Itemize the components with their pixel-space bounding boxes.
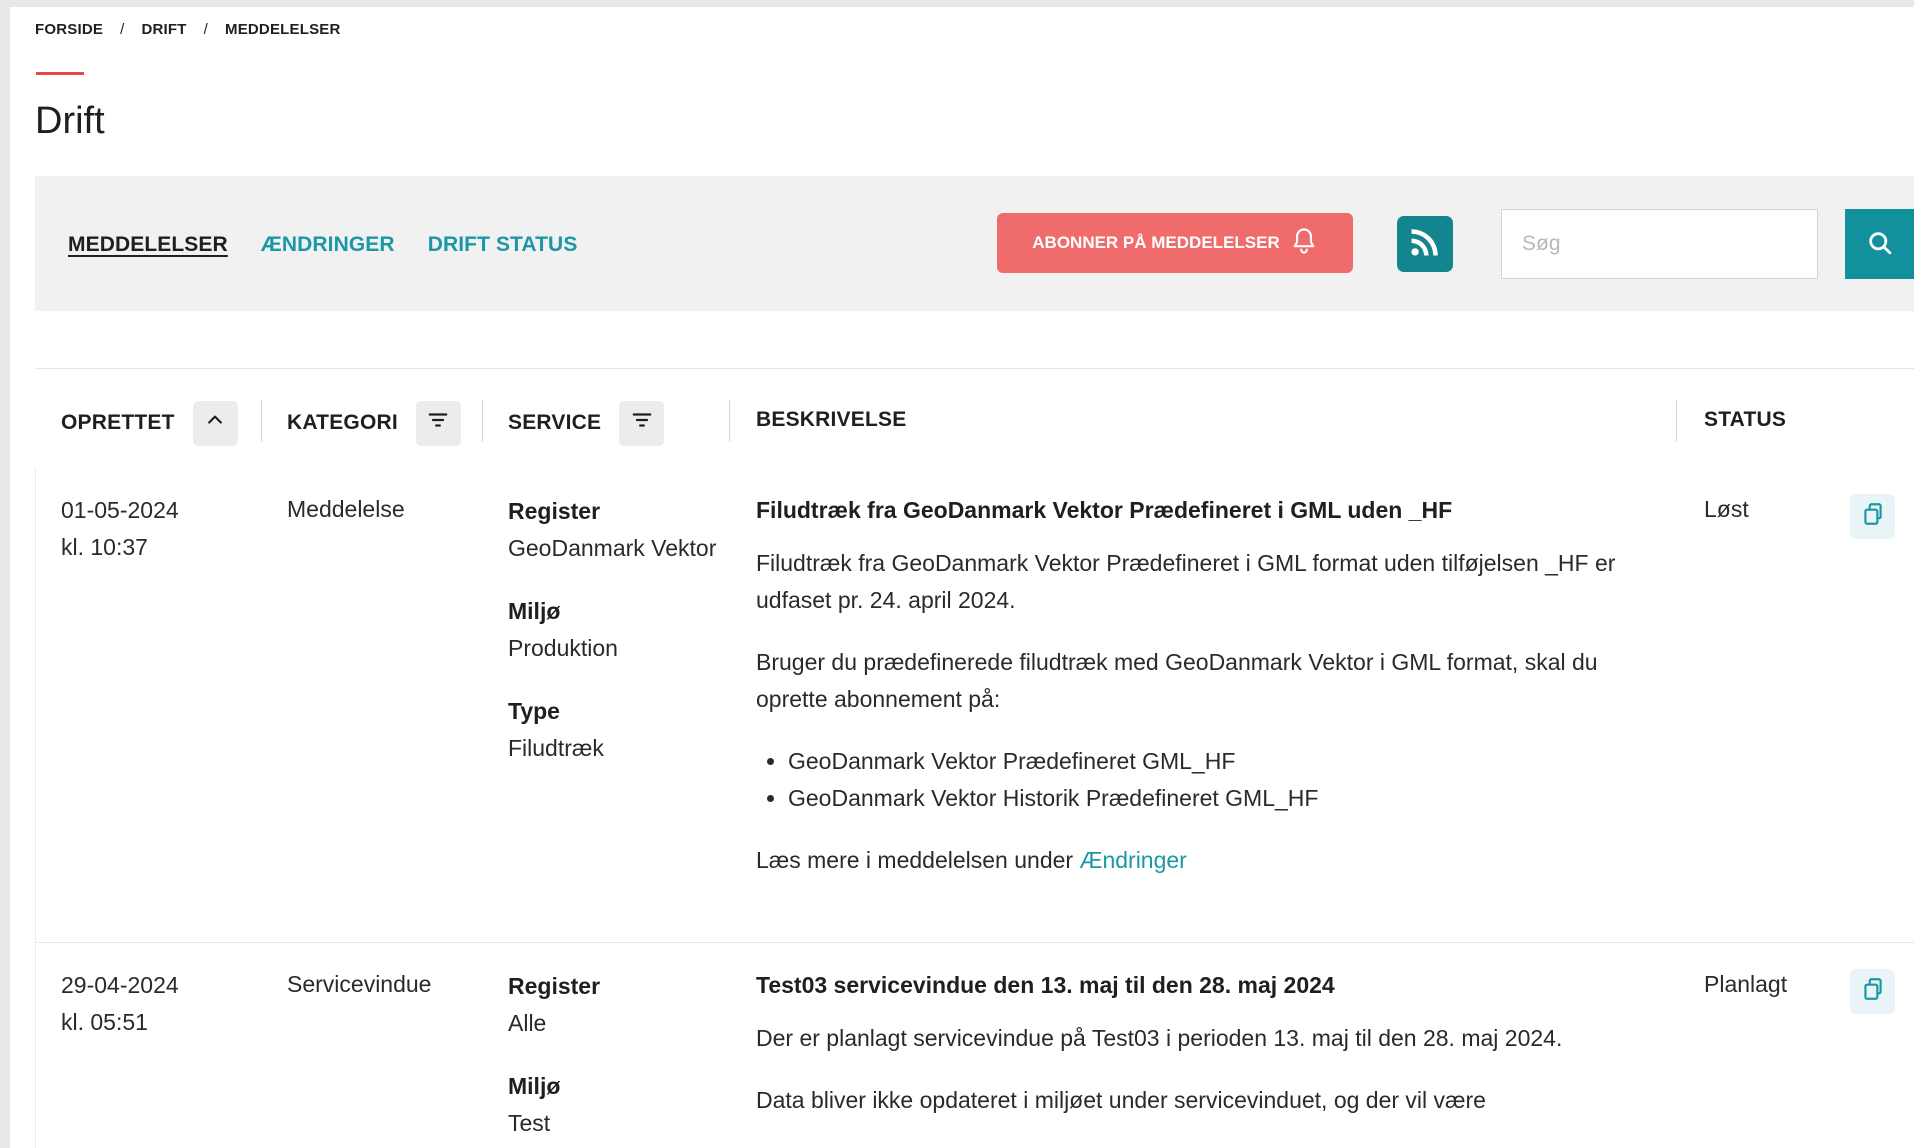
rss-icon	[1408, 225, 1442, 264]
row-1-status: Løst	[1704, 496, 1749, 522]
row-2-service: Register Alle Miljø Test	[508, 968, 718, 1148]
sort-button[interactable]	[192, 400, 238, 446]
tab-aendringer[interactable]: ÆNDRINGER	[261, 233, 395, 257]
header-oprettet-label: OPRETTET	[61, 411, 175, 434]
row-2-description: Test03 servicevindue den 13. maj til den…	[756, 970, 1656, 1144]
header-status-label: STATUS	[1704, 408, 1787, 431]
service-miljo: Miljø Test	[508, 1068, 718, 1142]
service-type-label: Type	[508, 698, 560, 724]
service-register: Register GeoDanmark Vektor	[508, 493, 718, 567]
breadcrumb: FORSIDE / DRIFT / MEDDELELSER	[35, 21, 341, 38]
header-beskrivelse-label: BESKRIVELSE	[756, 408, 907, 431]
header-beskrivelse: BESKRIVELSE	[756, 397, 906, 443]
breadcrumb-meddelelser: MEDDELELSER	[225, 21, 341, 38]
service-type-value: Filudtræk	[508, 735, 604, 761]
breadcrumb-separator: /	[203, 21, 208, 38]
row-2-copy-button[interactable]	[1850, 969, 1895, 1014]
row-2-paragraph: Der er planlagt servicevindue på Test03 …	[756, 1025, 1563, 1051]
column-divider	[1676, 400, 1677, 442]
row-2-status: Planlagt	[1704, 971, 1788, 997]
page: FORSIDE / DRIFT / MEDDELELSER Drift MEDD…	[10, 7, 1914, 1148]
row-2-created: 29-04-2024 kl. 05:51	[61, 967, 179, 1041]
header-oprettet: OPRETTET	[61, 400, 238, 446]
row-1-time: kl. 10:37	[61, 534, 148, 560]
filter-kategori-button[interactable]	[415, 400, 461, 446]
bell-icon	[1290, 226, 1318, 261]
header-status: STATUS	[1704, 397, 1786, 443]
row-1-date: 01-05-2024	[61, 497, 179, 523]
toolbar: MEDDELELSER ÆNDRINGER DRIFT STATUS ABONN…	[35, 176, 1914, 311]
service-type: Type Filudtræk	[508, 693, 718, 767]
service-register: Register Alle	[508, 968, 718, 1042]
subscribe-label: ABONNER PÅ MEDDELELSER	[1032, 233, 1280, 252]
filter-icon	[427, 409, 449, 437]
row-2-title: Test03 servicevindue den 13. maj til den…	[756, 972, 1335, 998]
search-button[interactable]	[1845, 209, 1914, 279]
row-divider	[35, 942, 1914, 943]
service-miljo-value: Test	[508, 1110, 551, 1136]
chevron-up-icon	[205, 410, 225, 436]
row-1-more: Læs mere i meddelelsen under Ændringer	[756, 842, 1656, 879]
tab-meddelelser[interactable]: MEDDELELSER	[68, 233, 228, 257]
column-divider	[729, 400, 730, 442]
filter-service-button[interactable]	[619, 400, 665, 446]
rss-button[interactable]	[1397, 216, 1453, 272]
page-title: Drift	[35, 100, 105, 142]
service-miljo: Miljø Produktion	[508, 593, 718, 667]
breadcrumb-separator: /	[120, 21, 125, 38]
row-2-date: 29-04-2024	[61, 972, 179, 998]
row-2-category: Servicevindue	[287, 971, 432, 997]
row-1-category: Meddelelse	[287, 496, 405, 522]
table-left-border	[35, 467, 36, 1148]
column-divider	[482, 400, 483, 442]
filter-icon	[631, 409, 653, 437]
row-1-title: Filudtræk fra GeoDanmark Vektor Prædefin…	[756, 497, 1453, 523]
copy-icon	[1860, 501, 1886, 532]
copy-icon	[1860, 976, 1886, 1007]
search-icon	[1866, 229, 1894, 260]
row-1-paragraph: Bruger du prædefinerede filudtræk med Ge…	[756, 649, 1598, 712]
row-1-description: Filudtræk fra GeoDanmark Vektor Prædefin…	[756, 495, 1656, 904]
list-item: GeoDanmark Vektor Prædefineret GML_HF	[788, 743, 1656, 780]
tab-drift-status[interactable]: DRIFT STATUS	[428, 233, 578, 257]
service-register-label: Register	[508, 973, 601, 999]
header-kategori: KATEGORI	[287, 400, 461, 446]
service-register-value: GeoDanmark Vektor	[508, 535, 717, 561]
header-kategori-label: KATEGORI	[287, 411, 398, 434]
list-item: GeoDanmark Vektor Historik Prædefineret …	[788, 780, 1656, 817]
header-service: SERVICE	[508, 400, 665, 446]
tab-bar: MEDDELELSER ÆNDRINGER DRIFT STATUS	[68, 233, 577, 257]
row-1-paragraph: Filudtræk fra GeoDanmark Vektor Prædefin…	[756, 550, 1616, 613]
column-divider	[261, 400, 262, 442]
row-1-bullet-list: GeoDanmark Vektor Prædefineret GML_HF Ge…	[788, 743, 1656, 817]
service-miljo-label: Miljø	[508, 598, 561, 624]
breadcrumb-drift[interactable]: DRIFT	[141, 21, 186, 38]
row-2-time: kl. 05:51	[61, 1009, 148, 1035]
service-miljo-label: Miljø	[508, 1073, 561, 1099]
subscribe-button[interactable]: ABONNER PÅ MEDDELELSER	[997, 213, 1353, 273]
row-1-more-text: Læs mere i meddelelsen under	[756, 847, 1080, 873]
service-miljo-value: Produktion	[508, 635, 618, 661]
table-top-divider	[35, 368, 1914, 369]
row-1-service: Register GeoDanmark Vektor Miljø Produkt…	[508, 493, 718, 793]
header-service-label: SERVICE	[508, 411, 602, 434]
row-1-created: 01-05-2024 kl. 10:37	[61, 492, 179, 566]
service-register-value: Alle	[508, 1010, 547, 1036]
title-accent-bar	[36, 72, 84, 75]
row-2-paragraph: Data bliver ikke opdateret i miljøet und…	[756, 1087, 1486, 1113]
aendringer-link[interactable]: Ændringer	[1079, 847, 1186, 873]
search-input[interactable]	[1501, 209, 1818, 279]
row-1-copy-button[interactable]	[1850, 494, 1895, 539]
breadcrumb-forside[interactable]: FORSIDE	[35, 21, 103, 38]
service-register-label: Register	[508, 498, 601, 524]
